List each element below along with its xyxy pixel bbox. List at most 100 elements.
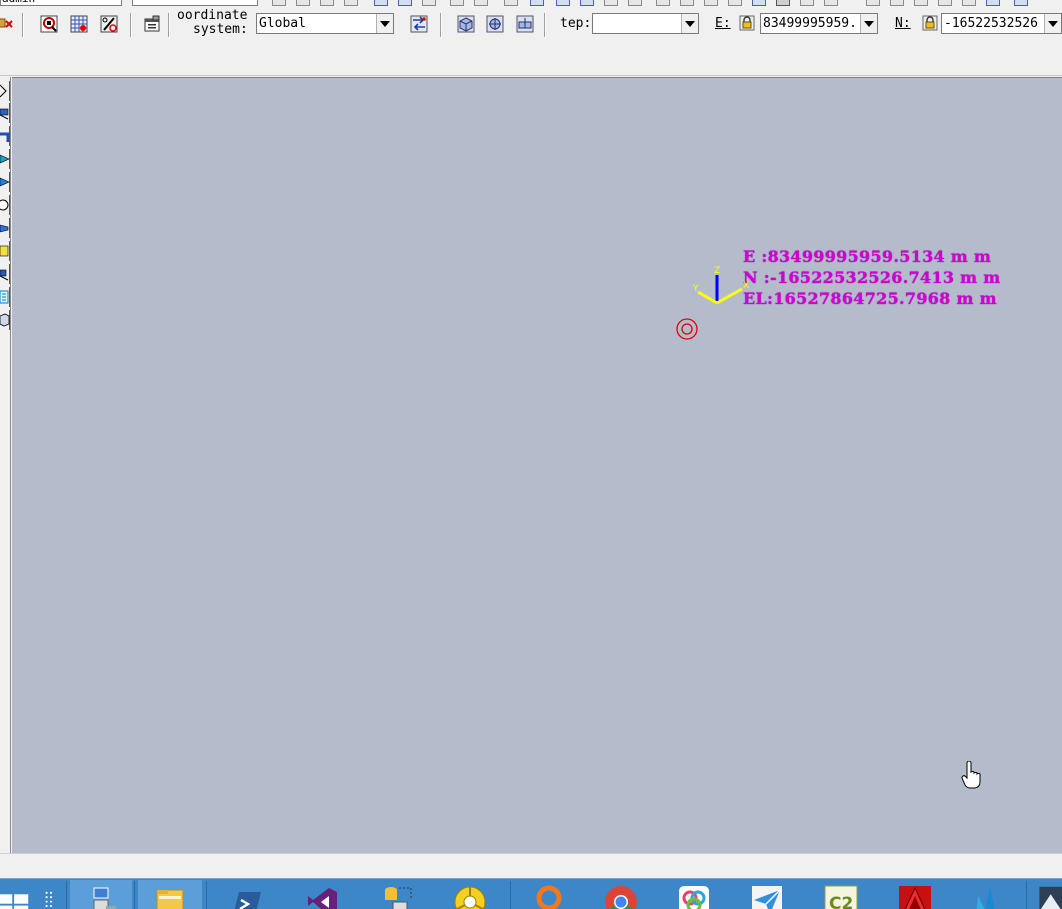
hand-cursor-icon [961, 761, 981, 789]
autocad-icon[interactable] [878, 880, 952, 909]
north-coordinate-dropdown[interactable]: -16522532526 [941, 13, 1062, 34]
status-bar [0, 853, 1062, 878]
coordinate-system-label-line1: oordinate [177, 8, 248, 23]
delete-icon[interactable] [0, 13, 16, 35]
step-label: tep: [560, 16, 592, 31]
lock-icon[interactable] [922, 15, 938, 31]
toolbar-top-button-9[interactable] [474, 0, 488, 6]
toolbar-top-button-14[interactable] [604, 0, 618, 6]
elbow-tool-icon[interactable] [0, 126, 10, 146]
toolbar-top-button-24[interactable] [866, 0, 880, 6]
toolbar-top-button-26[interactable] [914, 0, 928, 6]
toolbar-top-button-6[interactable] [398, 0, 412, 6]
readout-north: N :-16522532526.7413 m m [743, 268, 1001, 287]
main-toolbar: oordinate system: Global tep: E: 8349999… [0, 8, 1062, 42]
app-yellow-icon[interactable] [434, 880, 506, 909]
support-tool-icon[interactable] [0, 241, 10, 261]
circle-tool-icon[interactable] [0, 195, 10, 215]
start-icon[interactable] [0, 880, 32, 909]
toolbar-top-button-7[interactable] [422, 0, 436, 6]
coordinate-system-value: Global [259, 16, 306, 31]
tekla-icon[interactable] [952, 880, 1022, 909]
toolbar-top-button-17[interactable] [680, 0, 694, 6]
toolbar-top-button-2[interactable] [296, 0, 310, 6]
toolbar-top-button-1[interactable] [272, 0, 286, 6]
search-pin-icon[interactable] [512, 880, 586, 909]
toolbar-top-button-18[interactable] [704, 0, 718, 6]
chevron-down-icon[interactable] [681, 14, 698, 33]
snap-target-icon [676, 318, 698, 340]
toolbar-top-button-20[interactable] [752, 0, 766, 6]
arrow-tool-icon[interactable] [0, 81, 10, 101]
taskbar-divider [134, 881, 135, 909]
server-manager-icon[interactable] [70, 880, 132, 909]
valve-tool-icon[interactable] [0, 149, 10, 169]
toolbar-top-button-30[interactable] [1014, 0, 1028, 6]
second-combo[interactable] [132, 0, 258, 6]
user-combo[interactable]: admin [0, 0, 122, 6]
toolbar-top-button-22[interactable] [800, 0, 814, 6]
chevron-down-icon[interactable] [1044, 14, 1061, 33]
step-dropdown[interactable] [592, 13, 699, 34]
taskbar-divider [206, 881, 207, 909]
toolbar-top-button-8[interactable] [450, 0, 464, 6]
toolbar-top-button-4[interactable] [344, 0, 358, 6]
toolbar-top-button-12[interactable] [556, 0, 570, 6]
toolbar-top-button-11[interactable] [530, 0, 544, 6]
box-tool-icon[interactable] [0, 310, 10, 330]
flange-tool-icon[interactable] [0, 172, 10, 192]
task-view-icon[interactable] [36, 880, 66, 909]
view-front-icon[interactable] [514, 13, 536, 35]
toolbar-separator [440, 13, 442, 37]
chrome-icon[interactable] [584, 880, 658, 909]
toolbar-top-button-16[interactable] [656, 0, 670, 6]
c2-app-icon[interactable]: C2 [804, 880, 878, 909]
toolbar-top-button-15[interactable] [628, 0, 642, 6]
axis-triad-icon: Z Y X [692, 266, 749, 305]
model-viewport[interactable]: E :83499995959.5134 m m N :-16522532526.… [12, 77, 1062, 853]
properties-icon[interactable] [141, 13, 163, 35]
taskbar-divider [510, 881, 511, 909]
toolbar-top-button-10[interactable] [504, 0, 518, 6]
zoom-target-icon[interactable] [38, 13, 60, 35]
chevron-down-icon[interactable] [860, 14, 877, 33]
readout-east: E :83499995959.5134 m m [743, 247, 992, 266]
c2-label: C2 [829, 894, 853, 909]
colorful-app-icon[interactable] [658, 880, 730, 909]
grid-snap-icon[interactable] [68, 13, 90, 35]
toolbar-top-button-28[interactable] [962, 0, 976, 6]
toolbar-top-button-19[interactable] [728, 0, 742, 6]
toolbar-top-button-27[interactable] [938, 0, 952, 6]
percent-icon[interactable] [98, 13, 120, 35]
axis-label-x: X [743, 281, 749, 291]
toolbar-top-button-29[interactable] [986, 0, 1000, 6]
powershell-icon[interactable] [210, 880, 282, 909]
lock-icon[interactable] [739, 15, 755, 31]
reducer-tool-icon[interactable] [0, 218, 10, 238]
cursor-coordinate-readout: E :83499995959.5134 m m N :-16522532526.… [743, 246, 1001, 309]
database-tool-icon[interactable] [360, 880, 432, 909]
coordinate-system-dropdown[interactable]: Global [256, 13, 394, 34]
visual-studio-icon[interactable] [286, 880, 358, 909]
toolbar-strip [0, 42, 1062, 76]
toolbar-top-button-13[interactable] [580, 0, 594, 6]
toolbar-top-button-21[interactable] [776, 0, 790, 6]
step-value [593, 14, 681, 33]
mountain-app-icon[interactable] [1030, 880, 1062, 909]
measure-tool-icon[interactable] [0, 287, 10, 307]
toolbar-top-button-23[interactable] [824, 0, 838, 6]
nozzle-tool-icon[interactable] [0, 264, 10, 284]
pipe-tool-icon[interactable] [0, 103, 10, 123]
windows-taskbar: C2 [0, 878, 1062, 909]
view-iso-icon[interactable] [455, 13, 477, 35]
toolbar-top-button-5[interactable] [374, 0, 388, 6]
east-coordinate-dropdown[interactable]: 83499995959. [760, 13, 878, 34]
file-explorer-icon[interactable] [138, 880, 202, 909]
view-top-icon[interactable] [484, 13, 506, 35]
toolbar-top-button-25[interactable] [890, 0, 904, 6]
taskbar-divider [1026, 881, 1027, 909]
chevron-down-icon[interactable] [376, 14, 393, 33]
coordinate-swap-icon[interactable] [408, 13, 430, 35]
paper-plane-icon[interactable] [730, 880, 804, 909]
toolbar-top-button-3[interactable] [320, 0, 334, 6]
